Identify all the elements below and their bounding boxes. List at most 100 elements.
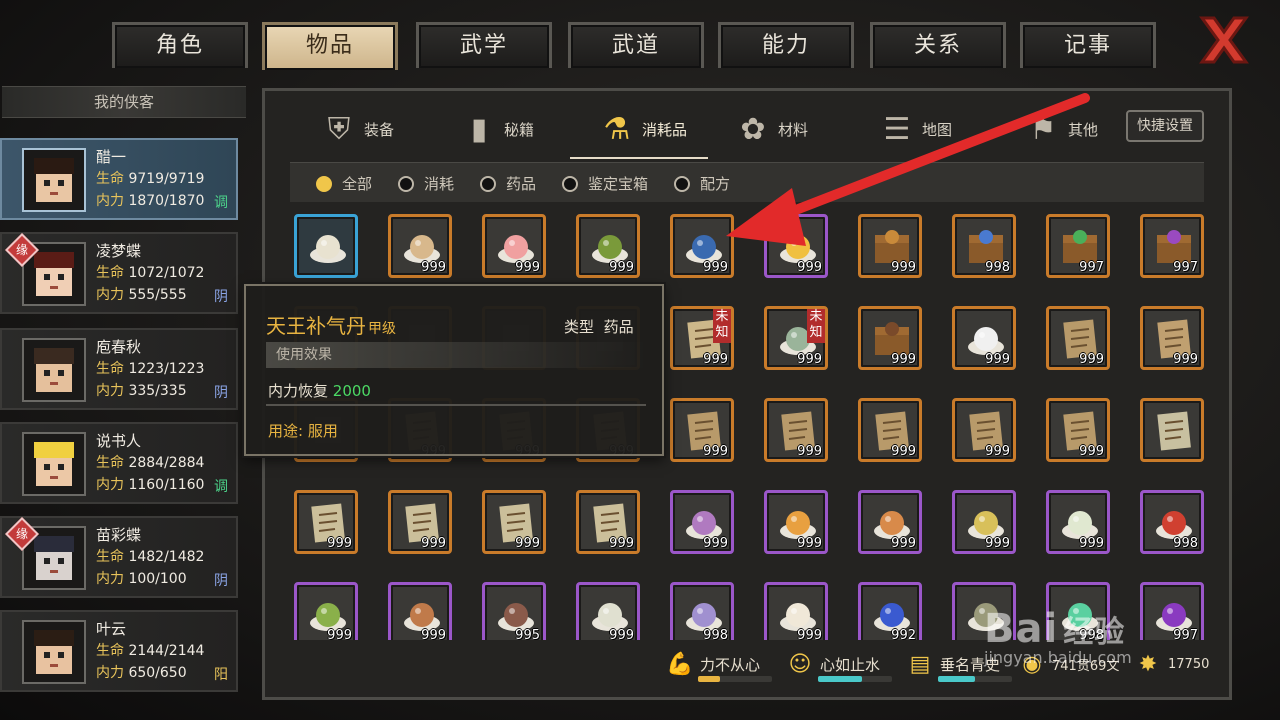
item-quantity: 999 xyxy=(515,536,540,551)
radio-icon[interactable] xyxy=(316,175,332,192)
item-slot[interactable]: 998 xyxy=(1140,490,1204,554)
category-tab-2[interactable]: ⚗ 消耗品 xyxy=(600,100,687,158)
status-progress xyxy=(938,676,1012,682)
character-name: 庖春秋 xyxy=(96,338,142,356)
character-mp: 内力 650/650 xyxy=(96,665,187,681)
item-slot[interactable]: 999 xyxy=(952,398,1016,462)
tab-3[interactable]: 武道 xyxy=(568,22,704,68)
map-icon: ☰ xyxy=(883,111,911,147)
radio-icon[interactable] xyxy=(562,175,578,192)
item-slot[interactable]: 997 xyxy=(1046,214,1110,278)
character-card[interactable]: 庖春秋 生命 1223/1223 内力 335/335 阴 xyxy=(0,328,238,410)
radio-icon[interactable] xyxy=(480,175,496,192)
item-slot[interactable]: 999 xyxy=(670,398,734,462)
quick-settings-button[interactable]: 快捷设置 xyxy=(1126,110,1204,142)
item-slot[interactable]: 999 xyxy=(1046,306,1110,370)
character-card[interactable]: 苗彩蝶 生命 1482/1482 内力 100/100 阴 缘 xyxy=(0,516,238,598)
item-slot[interactable]: 999 xyxy=(670,214,734,278)
item-quantity: 999 xyxy=(797,260,822,275)
item-slot[interactable]: 997 xyxy=(1140,582,1204,640)
filter-option[interactable]: 药品 xyxy=(480,173,536,194)
active-tab-underline xyxy=(570,157,708,159)
item-quantity: 999 xyxy=(703,352,728,367)
item-quantity: 999 xyxy=(609,536,634,551)
item-quantity: 998 xyxy=(985,260,1010,275)
filter-option[interactable]: 全部 xyxy=(316,173,372,194)
item-slot[interactable]: 999 xyxy=(388,490,452,554)
item-slot[interactable]: 995 xyxy=(482,582,546,640)
close-icon[interactable] xyxy=(1196,14,1252,66)
item-slot[interactable]: 999 xyxy=(952,490,1016,554)
tab-4[interactable]: 能力 xyxy=(718,22,854,68)
category-tab-label: 其他 xyxy=(1068,120,1099,139)
character-card[interactable]: 叶云 生命 2144/2144 内力 650/650 阳 xyxy=(0,610,238,692)
tab-0[interactable]: 角色 xyxy=(112,22,248,68)
item-slot[interactable]: 999 xyxy=(576,490,640,554)
character-card[interactable]: 说书人 生命 2884/2884 内力 1160/1160 调 xyxy=(0,422,238,504)
item-slot[interactable]: 999 未知 xyxy=(764,306,828,370)
item-tooltip: 天王补气丹 甲级 类型 药品 使用效果 内力恢复 2000 用途: 服用 xyxy=(244,284,664,456)
category-tab-label: 材料 xyxy=(778,120,809,139)
tab-5[interactable]: 关系 xyxy=(870,22,1006,68)
item-slot[interactable]: 999 xyxy=(1140,306,1204,370)
category-tab-5[interactable]: ⚑ 其他 xyxy=(1026,100,1098,158)
item-slot[interactable]: 999 xyxy=(294,490,358,554)
tab-1[interactable]: 物品 xyxy=(262,22,398,70)
item-slot[interactable]: 992 xyxy=(858,582,922,640)
item-slot[interactable]: 999 xyxy=(576,582,640,640)
character-hp: 生命 2884/2884 xyxy=(96,455,205,471)
filter-option[interactable]: 消耗 xyxy=(398,173,454,194)
item-quantity: 999 xyxy=(985,444,1010,459)
category-tab-1[interactable]: ▮ 秘籍 xyxy=(462,100,534,158)
item-slot[interactable]: 999 xyxy=(764,490,828,554)
category-tab-label: 地图 xyxy=(922,120,953,139)
category-tab-0[interactable]: ⛨ 装备 xyxy=(322,100,394,158)
category-tab-3[interactable]: ✿ 材料 xyxy=(736,100,808,158)
item-slot[interactable]: 999 xyxy=(952,306,1016,370)
character-mp: 内力 100/100 xyxy=(96,571,187,587)
filter-label: 配方 xyxy=(700,175,731,193)
item-slot[interactable]: 999 xyxy=(858,490,922,554)
item-slot[interactable]: 999 xyxy=(764,582,828,640)
item-slot[interactable]: 999 xyxy=(858,398,922,462)
item-slot[interactable]: 999 xyxy=(858,306,922,370)
item-slot[interactable]: 999 xyxy=(576,214,640,278)
item-slot[interactable]: 999 xyxy=(1046,490,1110,554)
item-slot[interactable]: 999 未知 xyxy=(670,306,734,370)
item-slot[interactable]: 999 xyxy=(764,214,828,278)
filter-option[interactable]: 配方 xyxy=(674,173,730,194)
calm-face-icon: ☺ xyxy=(788,652,812,677)
item-slot[interactable]: 998 xyxy=(670,582,734,640)
category-tab-4[interactable]: ☰ 地图 xyxy=(880,100,952,158)
item-slot[interactable]: 999 xyxy=(858,214,922,278)
item-slot[interactable]: 999 xyxy=(482,490,546,554)
character-card[interactable]: 醋一 生命 9719/9719 内力 1870/1870 调 xyxy=(0,138,238,220)
item-slot[interactable]: 999 xyxy=(388,214,452,278)
tab-6[interactable]: 记事 xyxy=(1020,22,1156,68)
item-slot[interactable]: 999 xyxy=(764,398,828,462)
item-slot[interactable]: 999 xyxy=(294,582,358,640)
radio-icon[interactable] xyxy=(674,175,690,192)
filter-option[interactable]: 鉴定宝箱 xyxy=(562,173,648,194)
filter-label: 全部 xyxy=(342,175,373,193)
character-mp: 内力 1160/1160 xyxy=(96,477,205,493)
item-slot[interactable]: 999 xyxy=(1046,398,1110,462)
character-hp: 生命 1072/1072 xyxy=(96,265,205,281)
item-slot[interactable]: 997 xyxy=(1140,214,1204,278)
tab-2[interactable]: 武学 xyxy=(416,22,552,68)
sidebar-title: 我的侠客 xyxy=(2,86,246,118)
item-slot[interactable]: 999 xyxy=(670,490,734,554)
herb-scroll-icon xyxy=(1157,411,1191,451)
character-tag: 调 xyxy=(214,195,228,211)
item-slot[interactable] xyxy=(1140,398,1204,462)
item-quantity: 999 xyxy=(797,536,822,551)
item-slot[interactable] xyxy=(294,214,358,278)
character-card[interactable]: 凌梦蝶 生命 1072/1072 内力 555/555 阴 缘 xyxy=(0,232,238,314)
category-tab-label: 消耗品 xyxy=(642,120,688,139)
item-slot[interactable]: 998 xyxy=(952,214,1016,278)
character-tag: 阳 xyxy=(214,667,228,683)
status-item: ☺ 心如止水 xyxy=(786,652,892,682)
radio-icon[interactable] xyxy=(398,175,414,192)
item-slot[interactable]: 999 xyxy=(482,214,546,278)
item-slot[interactable]: 999 xyxy=(388,582,452,640)
